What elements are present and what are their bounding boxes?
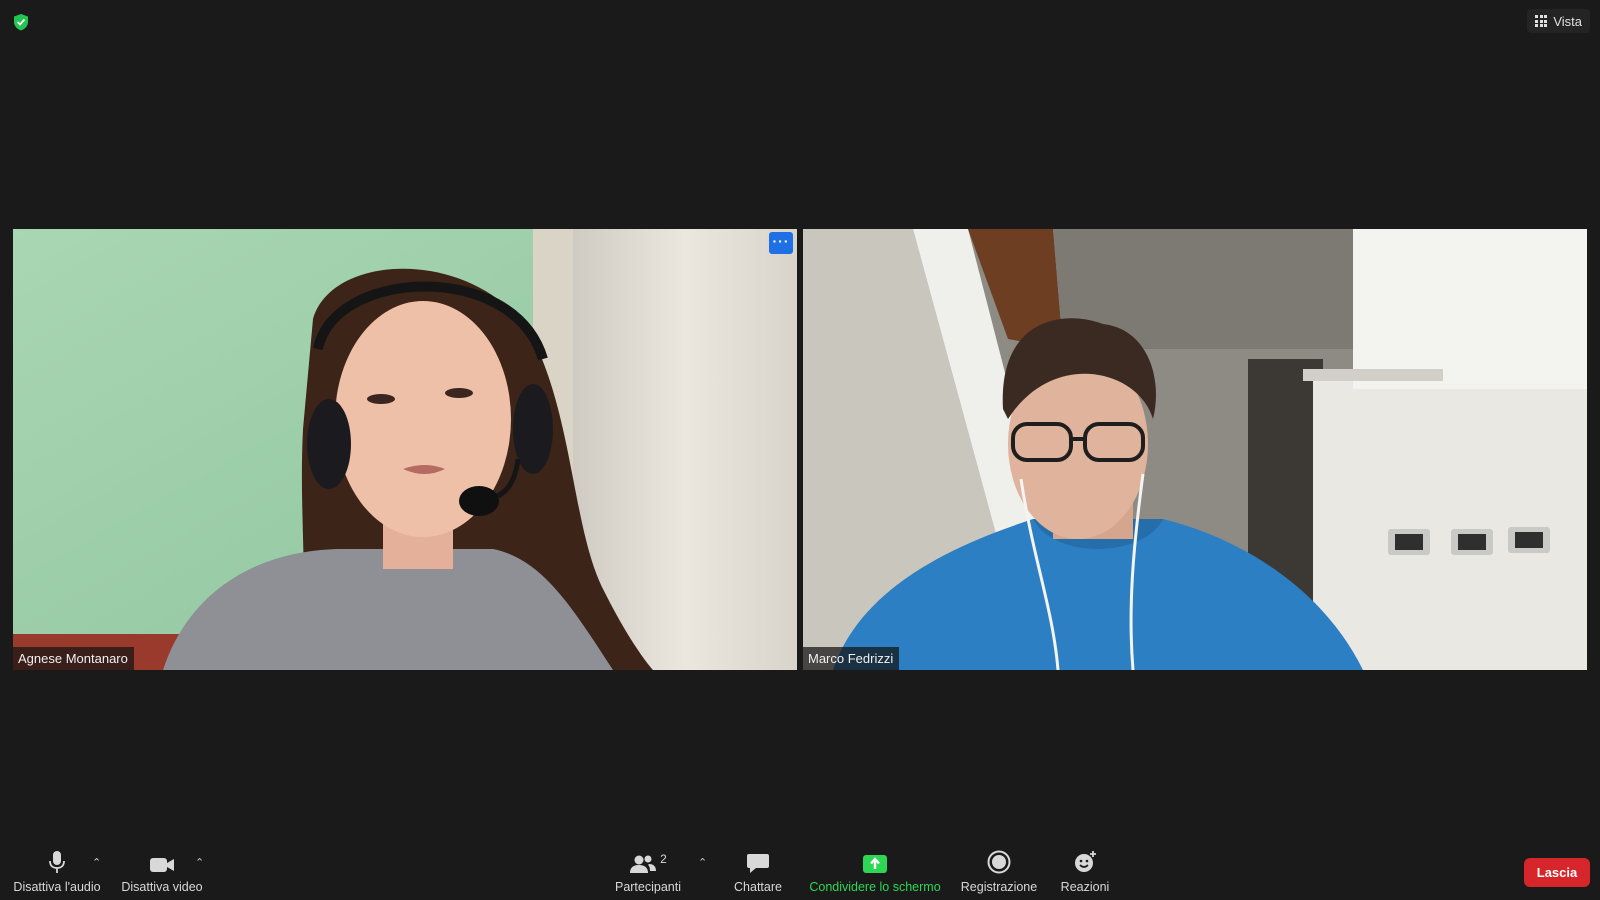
participants-label: Partecipanti: [614, 880, 681, 894]
security-shield-icon[interactable]: [13, 13, 29, 31]
participants-button[interactable]: 2 Partecipanti: [610, 838, 686, 900]
participants-options-caret-icon[interactable]: ⌃: [698, 856, 707, 869]
video-label: Disattiva video: [121, 880, 203, 894]
leave-meeting-button[interactable]: Lascia: [1524, 858, 1590, 887]
mute-button[interactable]: Disattiva l'audio: [8, 838, 106, 900]
mute-label: Disattiva l'audio: [13, 880, 101, 894]
record-label: Registrazione: [960, 880, 1038, 894]
reactions-label: Reazioni: [1060, 880, 1110, 894]
video-options-caret-icon[interactable]: ⌃: [195, 856, 204, 869]
share-screen-icon: [862, 844, 888, 874]
participant-name-label: Marco Fedrizzi: [803, 647, 900, 670]
view-button-label: Vista: [1553, 13, 1582, 29]
participants-count: 2: [660, 852, 667, 866]
share-screen-button[interactable]: Condividere lo schermo: [805, 838, 945, 900]
participant-video-agnese: [13, 229, 797, 670]
more-options-button[interactable]: ···: [769, 232, 793, 254]
meeting-toolbar: Disattiva l'audio ⌃ Disattiva video ⌃ 2 …: [0, 838, 1600, 900]
microphone-icon: [48, 844, 66, 874]
reactions-icon: [1073, 844, 1097, 874]
video-tile-marco[interactable]: Marco Fedrizzi: [803, 229, 1587, 670]
audio-options-caret-icon[interactable]: ⌃: [92, 856, 101, 869]
chat-button[interactable]: Chattare: [728, 838, 788, 900]
chat-icon: [746, 844, 770, 874]
share-screen-label: Condividere lo schermo: [809, 880, 941, 894]
view-button[interactable]: Vista: [1527, 9, 1590, 33]
reactions-button[interactable]: Reazioni: [1054, 838, 1116, 900]
chat-label: Chattare: [734, 880, 782, 894]
people-icon: [630, 855, 657, 873]
participant-name-label: Agnese Montanaro: [13, 647, 134, 670]
grid-icon: [1535, 15, 1548, 27]
record-button[interactable]: Registrazione: [955, 838, 1043, 900]
stop-video-button[interactable]: Disattiva video: [118, 838, 206, 900]
participants-icon-wrap: 2: [629, 844, 667, 874]
camera-icon: [149, 844, 175, 874]
record-icon: [987, 844, 1011, 874]
video-tile-agnese[interactable]: ··· Agnese Montanaro: [13, 229, 797, 670]
participant-video-marco: [803, 229, 1587, 670]
